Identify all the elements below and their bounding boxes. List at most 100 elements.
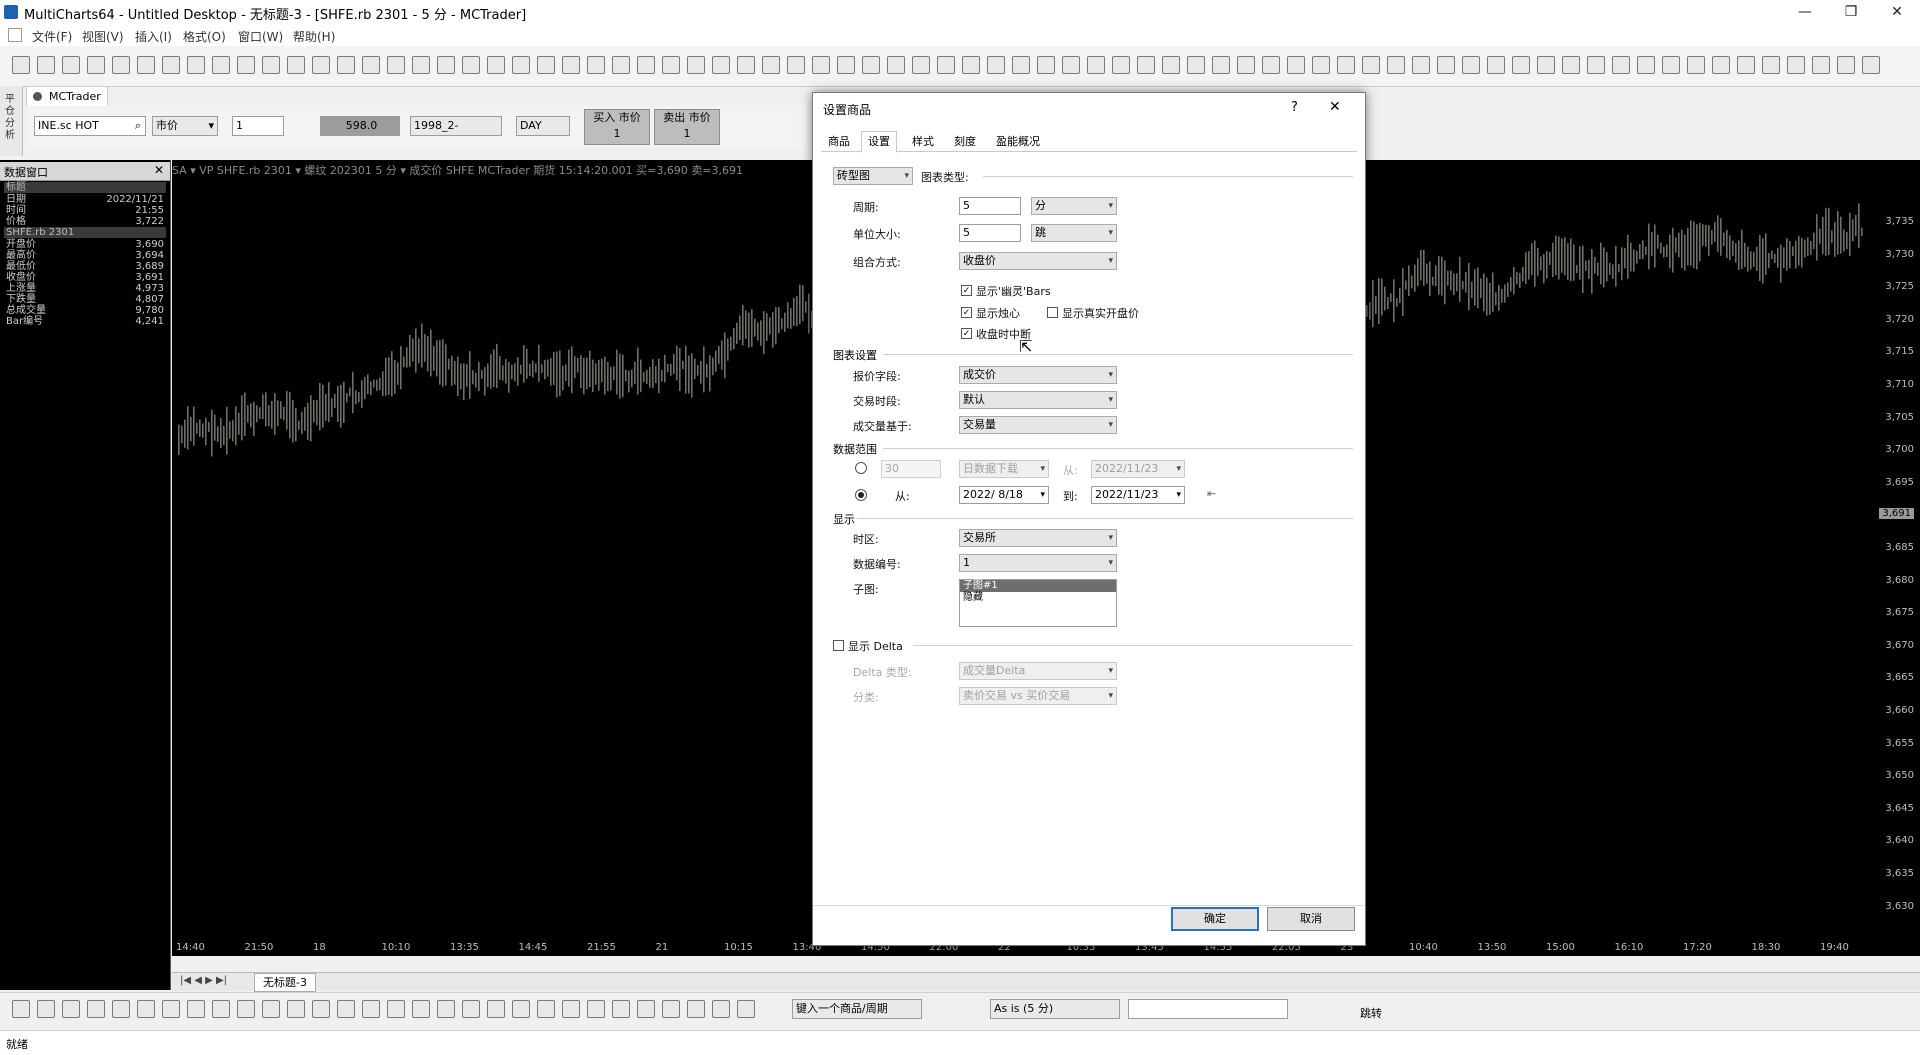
order-type-select[interactable]: 市价 ▾: [152, 116, 218, 136]
toolbar-tool-icon[interactable]: [812, 56, 830, 74]
toolbar-tool-icon[interactable]: [1787, 56, 1805, 74]
toolbar-tool-icon[interactable]: [362, 56, 380, 74]
drawing-tool-icon[interactable]: [337, 1000, 355, 1018]
drawing-tool-icon[interactable]: [37, 1000, 55, 1018]
toolbar-tool-icon[interactable]: [987, 56, 1005, 74]
toolbar-tool-icon[interactable]: [212, 56, 230, 74]
drawing-tool-icon[interactable]: [362, 1000, 380, 1018]
toolbar-tool-icon[interactable]: [1712, 56, 1730, 74]
toolbar-tool-icon[interactable]: [1087, 56, 1105, 74]
toolbar-tool-icon[interactable]: [1462, 56, 1480, 74]
drawing-tool-icon[interactable]: [712, 1000, 730, 1018]
toolbar-tool-icon[interactable]: [1762, 56, 1780, 74]
toolbar-tool-icon[interactable]: [1362, 56, 1380, 74]
tab-profile[interactable]: 盈能概况: [989, 131, 1047, 153]
drawing-tool-icon[interactable]: [387, 1000, 405, 1018]
toolbar-tool-icon[interactable]: [12, 56, 30, 74]
drawing-tool-icon[interactable]: [287, 1000, 305, 1018]
toolbar-tool-icon[interactable]: [87, 56, 105, 74]
minimize-button[interactable]: —: [1782, 0, 1828, 24]
toolbar-tool-icon[interactable]: [1862, 56, 1880, 74]
unit-size-input[interactable]: 5: [959, 224, 1021, 242]
toolbar-tool-icon[interactable]: [1487, 56, 1505, 74]
toolbar-tool-icon[interactable]: [1287, 56, 1305, 74]
toolbar-tool-icon[interactable]: [562, 56, 580, 74]
menu-window[interactable]: 窗口(W): [238, 28, 283, 45]
ghost-bars-checkbox[interactable]: ✓: [961, 285, 972, 296]
toolbar-tool-icon[interactable]: [337, 56, 355, 74]
range-count-radio[interactable]: [855, 462, 867, 474]
toolbar-tool-icon[interactable]: [1387, 56, 1405, 74]
buy-market-button[interactable]: 买入 市价 1: [584, 109, 650, 145]
range-date-radio[interactable]: [855, 489, 867, 501]
sell-market-button[interactable]: 卖出 市价 1: [654, 109, 720, 145]
toolbar-tool-icon[interactable]: [762, 56, 780, 74]
drawing-tool-icon[interactable]: [87, 1000, 105, 1018]
toolbar-tool-icon[interactable]: [937, 56, 955, 74]
drawing-tool-icon[interactable]: [62, 1000, 80, 1018]
subchart-item-1[interactable]: 子图#1: [960, 580, 1116, 592]
sync-arrow-icon[interactable]: ⇤: [1207, 487, 1216, 500]
toolbar-tool-icon[interactable]: [1687, 56, 1705, 74]
drawing-tool-icon[interactable]: [187, 1000, 205, 1018]
drawing-tool-icon[interactable]: [562, 1000, 580, 1018]
drawing-tool-icon[interactable]: [612, 1000, 630, 1018]
drawing-tool-icon[interactable]: [637, 1000, 655, 1018]
toolbar-tool-icon[interactable]: [1612, 56, 1630, 74]
symbol-period-input[interactable]: 键入一个商品/周期: [792, 999, 922, 1019]
price-axis[interactable]: 3,735 3,730 3,725 3,720 3,715 3,710 3,705 3,700…: [1868, 160, 1920, 956]
data-number-select[interactable]: 1 ▾: [959, 554, 1117, 572]
menu-help[interactable]: 帮助(H): [293, 28, 335, 45]
to-date-input[interactable]: 2022/11/23 ▾: [1091, 486, 1185, 504]
toolbar-tool-icon[interactable]: [462, 56, 480, 74]
delta-type-select[interactable]: 成交量Delta ▾: [959, 662, 1117, 680]
toolbar-tool-icon[interactable]: [837, 56, 855, 74]
toolbar-tool-icon[interactable]: [1512, 56, 1530, 74]
show-wick-checkbox[interactable]: ✓: [961, 307, 972, 318]
toolbar-tool-icon[interactable]: [412, 56, 430, 74]
calendar-icon[interactable]: ▾: [1176, 487, 1181, 503]
close-window-button[interactable]: ✕: [1874, 0, 1920, 24]
real-open-checkbox[interactable]: [1047, 307, 1058, 318]
toolbar-tool-icon[interactable]: [1812, 56, 1830, 74]
toolbar-tool-icon[interactable]: [1212, 56, 1230, 74]
range-from-date-disabled[interactable]: 2022/11/23 ▾: [1091, 460, 1185, 478]
jump-button[interactable]: 跳转: [1360, 1005, 1382, 1021]
toolbar-tool-icon[interactable]: [962, 56, 980, 74]
tab-style[interactable]: 样式: [905, 131, 941, 153]
menu-view[interactable]: 视图(V): [82, 28, 124, 45]
toolbar-tool-icon[interactable]: [1312, 56, 1330, 74]
period-input[interactable]: 5: [959, 197, 1021, 215]
close-break-checkbox[interactable]: ✓: [961, 328, 972, 339]
toolbar-tool-icon[interactable]: [62, 56, 80, 74]
sheet-tab-active[interactable]: 无标题-3: [254, 973, 316, 992]
toolbar-tool-icon[interactable]: [1037, 56, 1055, 74]
timezone-select[interactable]: 交易所 ▾: [959, 529, 1117, 547]
volume-select[interactable]: 交易量 ▾: [959, 416, 1117, 434]
drawing-tool-icon[interactable]: [487, 1000, 505, 1018]
toolbar-tool-icon[interactable]: [1162, 56, 1180, 74]
tif-select[interactable]: DAY: [516, 116, 570, 136]
from-date-input[interactable]: 2022/ 8/18 ▾: [959, 486, 1049, 504]
drawing-tool-icon[interactable]: [587, 1000, 605, 1018]
drawing-tool-icon[interactable]: [437, 1000, 455, 1018]
maximize-button[interactable]: ❐: [1828, 0, 1874, 24]
toolbar-tool-icon[interactable]: [1437, 56, 1455, 74]
drawing-tool-icon[interactable]: [112, 1000, 130, 1018]
toolbar-tool-icon[interactable]: [1112, 56, 1130, 74]
tab-symbol[interactable]: 商品: [821, 131, 857, 153]
tab-settings[interactable]: 设置: [861, 131, 897, 153]
price-field[interactable]: 598.0: [320, 116, 400, 136]
toolbar-tool-icon[interactable]: [637, 56, 655, 74]
dialog-help-button[interactable]: ?: [1291, 100, 1298, 115]
toolbar-tool-icon[interactable]: [1187, 56, 1205, 74]
toolbar-tool-icon[interactable]: [1412, 56, 1430, 74]
unit-size-select[interactable]: 跳 ▾: [1031, 224, 1117, 242]
toolbar-tool-icon[interactable]: [512, 56, 530, 74]
toolbar-tool-icon[interactable]: [862, 56, 880, 74]
toolbar-tool-icon[interactable]: [887, 56, 905, 74]
delta-class-select[interactable]: 卖价交易 vs 买价交易 ▾: [959, 687, 1117, 705]
dialog-close-button[interactable]: ✕: [1329, 99, 1341, 115]
drawing-tool-icon[interactable]: [462, 1000, 480, 1018]
toolbar-tool-icon[interactable]: [1587, 56, 1605, 74]
